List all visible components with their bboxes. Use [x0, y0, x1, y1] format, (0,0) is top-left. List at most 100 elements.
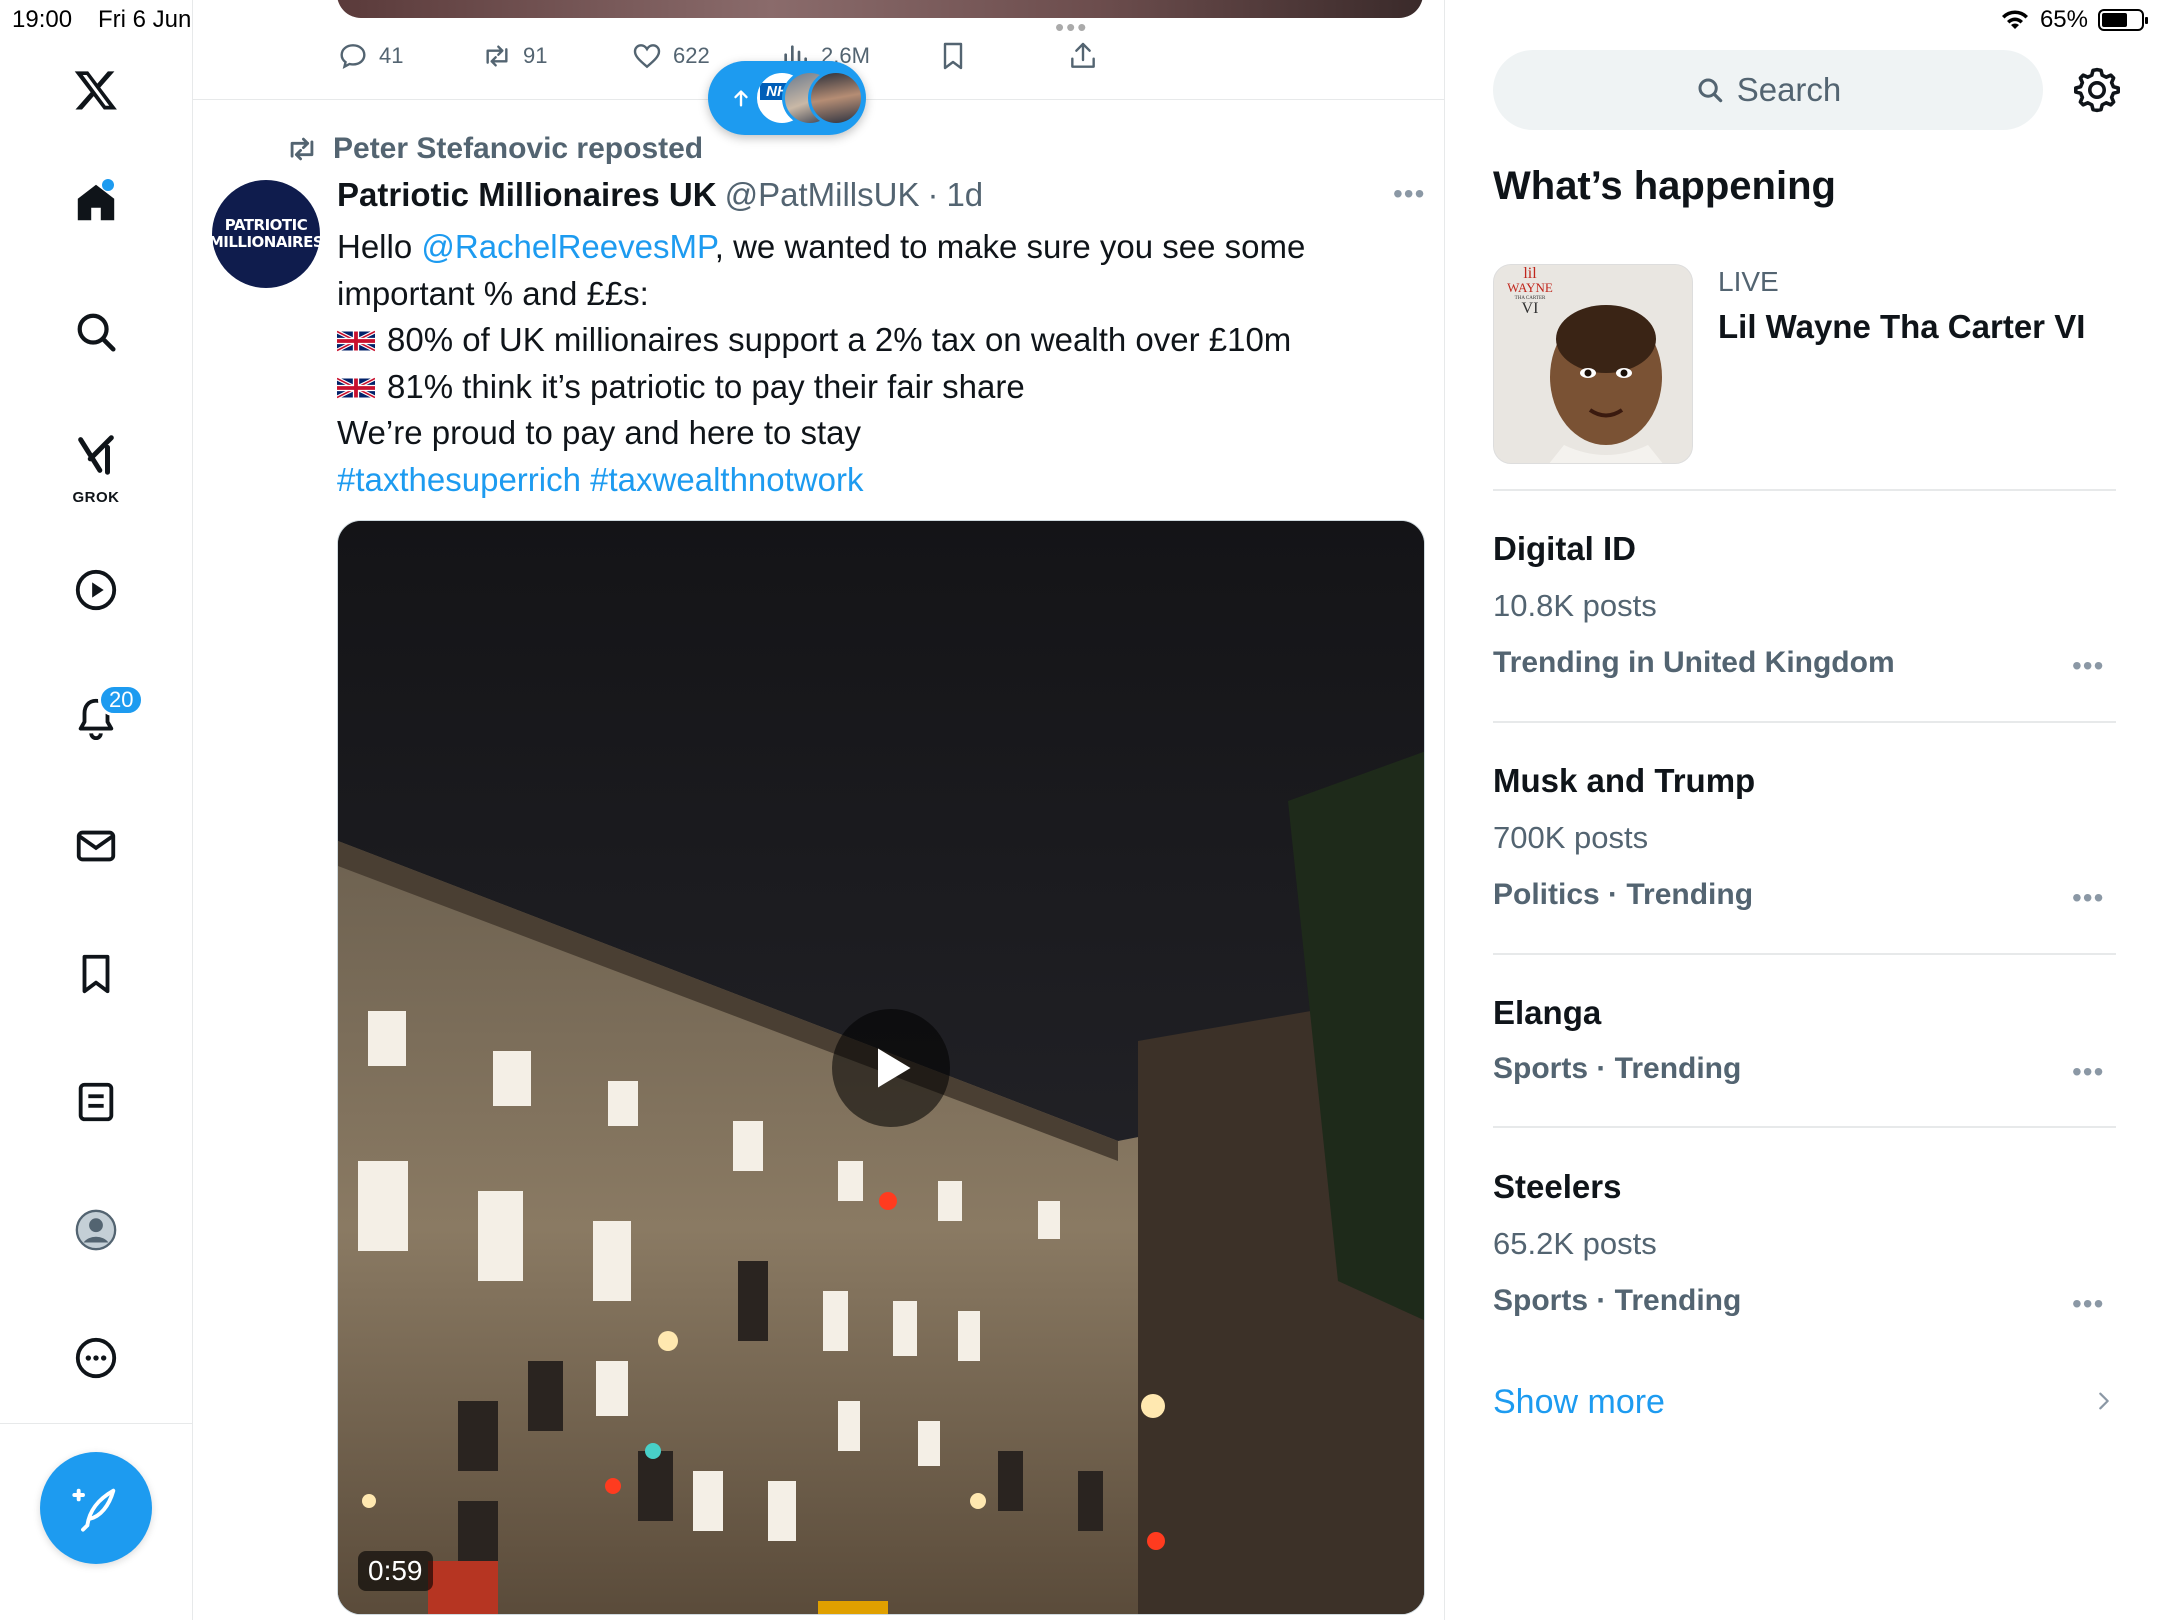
right-sidebar: Search What’s happening lil WAYNE THA CA…: [1445, 0, 2160, 1620]
album-text: WAYNE: [1507, 280, 1553, 295]
avatar-text: MILLIONAIRES: [208, 233, 324, 251]
like-button[interactable]: 622: [631, 40, 710, 72]
nav-messages[interactable]: [56, 806, 136, 886]
post-more-icon[interactable]: •••: [1393, 178, 1425, 210]
nav-profile[interactable]: [56, 1190, 136, 1270]
nav-explore[interactable]: [56, 292, 136, 372]
compose-icon: [72, 1488, 116, 1532]
trend-divider: [1493, 1126, 2116, 1128]
tweet-header: Patriotic Millionaires UK @PatMillsUK · …: [337, 176, 983, 214]
nav-grok[interactable]: GROK: [56, 418, 136, 510]
avatar-text: PATRIOTIC: [224, 216, 308, 234]
album-cover-text: lil WAYNE THA CARTER VI: [1500, 266, 1560, 317]
home-unread-dot: [102, 179, 114, 191]
search-icon: [1698, 78, 1722, 103]
repost-attribution[interactable]: Peter Stefanovic reposted: [285, 132, 703, 166]
tweet-text: Hello @RachelReevesMP, we wanted to make…: [337, 224, 1397, 503]
show-more-link[interactable]: Show more: [1493, 1383, 1665, 1422]
trend-title[interactable]: Elanga: [1493, 994, 1601, 1032]
nav-lists[interactable]: [56, 1062, 136, 1142]
trend-post-count: 10.8K posts: [1493, 588, 1657, 623]
previous-post-media[interactable]: [337, 0, 1423, 18]
heart-icon: [633, 44, 661, 69]
share-icon: [1071, 42, 1095, 68]
author-avatar[interactable]: PATRIOTIC MILLIONAIRES: [208, 180, 324, 288]
play-circle-icon: [75, 569, 117, 611]
live-event-title[interactable]: Lil Wayne Tha Carter VI: [1718, 308, 2085, 346]
list-icon: [78, 1082, 114, 1122]
author-name[interactable]: Patriotic Millionaires UK: [337, 176, 717, 214]
trend-divider: [1493, 721, 2116, 723]
trend-more-icon[interactable]: •••: [2072, 650, 2104, 682]
chevron-right-icon: [2099, 1392, 2109, 1410]
nav-home[interactable]: [56, 163, 136, 243]
trend-post-count: 65.2K posts: [1493, 1226, 1657, 1261]
grok-label: GROK: [72, 489, 120, 506]
video-duration: 0:59: [358, 1551, 433, 1591]
previous-post-actions: 41 91 622 2.6M: [337, 40, 1423, 80]
separator: ·: [927, 176, 939, 213]
bookmark-button[interactable]: [937, 40, 969, 72]
live-event-thumbnail[interactable]: lil WAYNE THA CARTER VI: [1493, 264, 1693, 464]
more-circle-icon: [75, 1337, 117, 1379]
grok-icon: [78, 435, 114, 475]
uk-flag-icon: [337, 376, 375, 399]
reply-button[interactable]: 41: [337, 40, 403, 72]
mail-icon: [76, 830, 116, 862]
live-label: LIVE: [1718, 266, 1779, 297]
x-logo[interactable]: [56, 50, 136, 130]
author-handle[interactable]: @PatMillsUK: [725, 176, 920, 214]
text-greeting: Hello: [337, 228, 422, 265]
avatar-icon: [75, 1209, 117, 1251]
trend-divider: [1493, 489, 2116, 491]
post-age[interactable]: 1d: [946, 176, 983, 214]
text-point: 81% think it’s patriotic to pay their fa…: [387, 367, 1025, 405]
share-button[interactable]: [1067, 40, 1099, 72]
trend-title[interactable]: Musk and Trump: [1493, 762, 1755, 800]
search-placeholder: Search: [1736, 71, 1842, 108]
trend-more-icon[interactable]: •••: [2072, 882, 2104, 914]
nav-more[interactable]: [56, 1318, 136, 1398]
media-dots-icon: •••: [1055, 12, 1089, 42]
nav-notifications[interactable]: 20: [56, 678, 145, 758]
bookmark-icon: [82, 954, 110, 994]
uk-flag-icon: [337, 329, 375, 353]
x-logo-icon: [74, 71, 117, 110]
timeline[interactable]: ••• 41 91 622 2.6M NHS: [193, 0, 1445, 1620]
repost-icon: [486, 45, 508, 67]
trend-title[interactable]: Steelers: [1493, 1168, 1621, 1206]
nav-video[interactable]: [56, 550, 136, 630]
trend-more-icon[interactable]: •••: [2072, 1288, 2104, 1320]
search-icon: [77, 313, 116, 352]
like-count: 622: [673, 43, 710, 68]
reply-icon: [340, 44, 366, 69]
video-player[interactable]: 0:59: [337, 520, 1425, 1615]
compose-post-button[interactable]: [40, 1452, 152, 1564]
play-button[interactable]: [832, 1009, 950, 1127]
nav-bookmarks[interactable]: [56, 934, 136, 1014]
play-icon: [878, 1048, 911, 1088]
trend-context: Sports · Trending: [1493, 1284, 1742, 1317]
reply-count: 41: [379, 43, 404, 68]
bookmark-icon: [943, 42, 963, 70]
repost-count: 91: [523, 43, 548, 68]
left-nav: GROK 20: [0, 0, 193, 1620]
album-text: VI: [1521, 300, 1539, 317]
trend-divider: [1493, 953, 2116, 955]
repost-label: Peter Stefanovic reposted: [333, 132, 704, 165]
search-input[interactable]: Search: [1493, 50, 2043, 130]
repost-button[interactable]: 91: [481, 40, 547, 72]
trend-title[interactable]: Digital ID: [1493, 530, 1636, 568]
notifications-badge: 20: [98, 684, 145, 716]
nav-divider: [0, 1423, 193, 1424]
hashtag-link[interactable]: #taxwealthnotwork: [590, 461, 863, 498]
new-posts-pill[interactable]: NHS: [708, 61, 866, 135]
text-point: 80% of UK millionaires support a 2% tax …: [387, 321, 1292, 358]
mention-link[interactable]: @RachelReevesMP: [421, 228, 714, 265]
text-line: We’re proud to pay and here to stay: [337, 414, 862, 451]
trend-context: Politics · Trending: [1493, 878, 1754, 911]
gear-icon[interactable]: [2073, 66, 2121, 114]
hashtag-link[interactable]: #taxthesuperrich: [337, 461, 581, 498]
trend-context: Trending in United Kingdom: [1493, 646, 1895, 679]
trend-more-icon[interactable]: •••: [2072, 1056, 2104, 1088]
